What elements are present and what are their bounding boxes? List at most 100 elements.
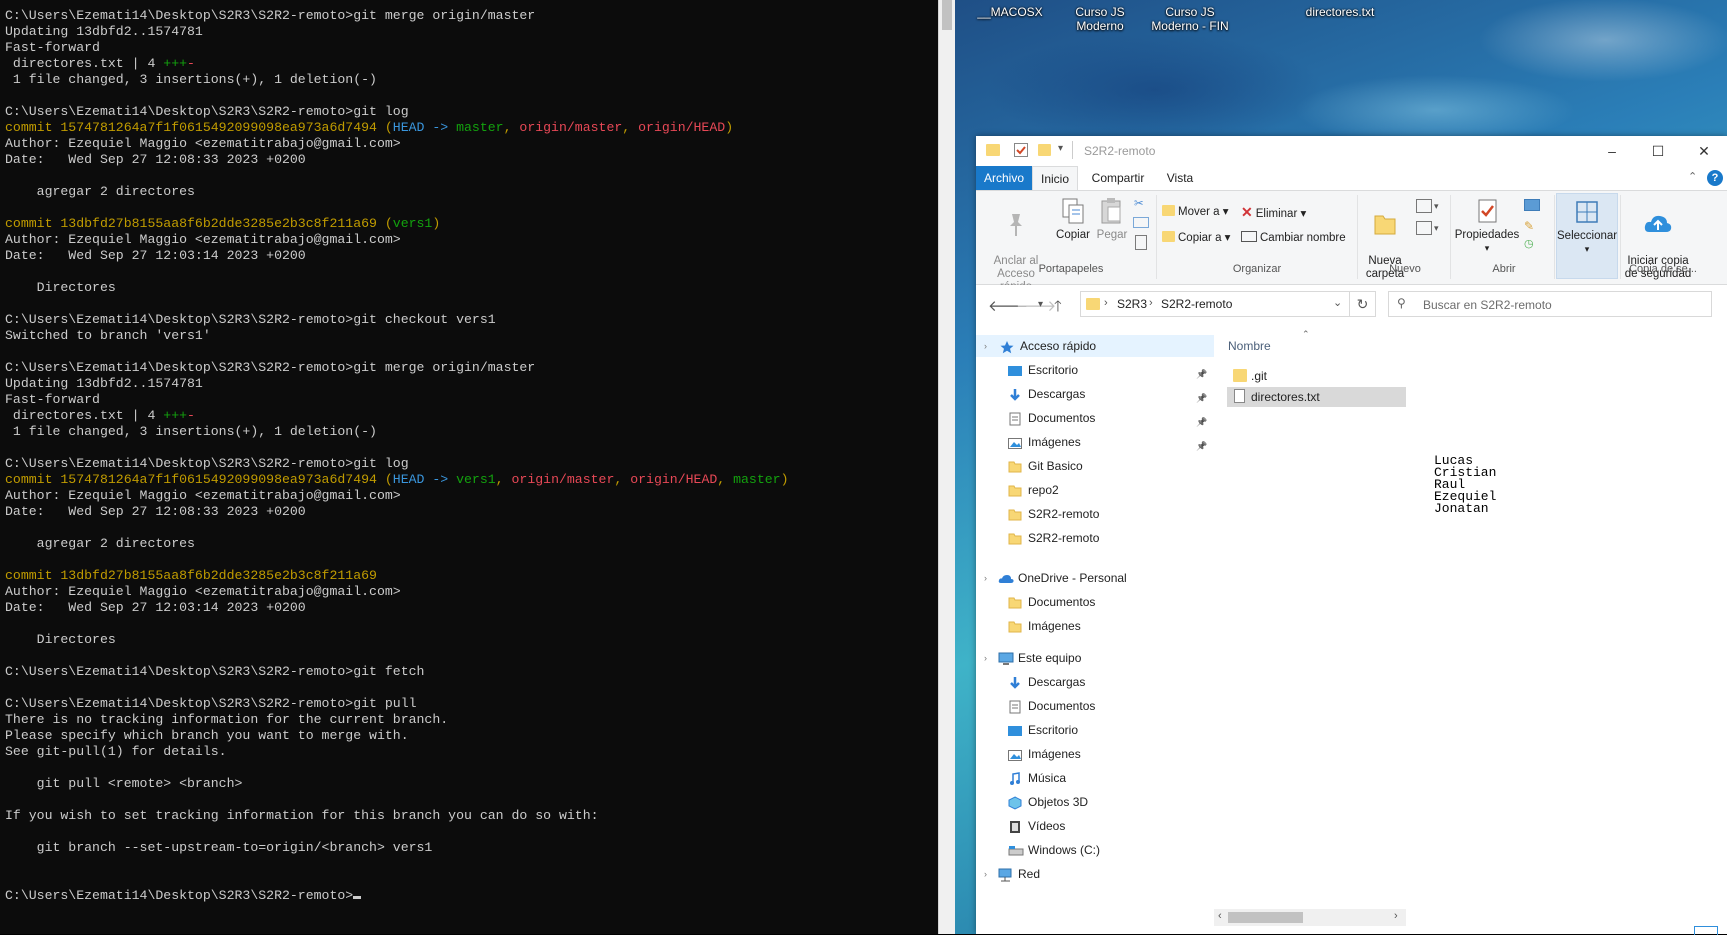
pinned-icon: 📌 — [1196, 417, 1208, 427]
edit-icon[interactable]: ✎ — [1524, 219, 1534, 233]
forward-button[interactable]: 🡒 — [1016, 296, 1056, 315]
expand-chevron-icon[interactable]: › — [984, 567, 987, 589]
title-divider — [1072, 141, 1073, 159]
nav-pc-item[interactable]: Imágenes — [976, 743, 1214, 765]
new-folder-qat-icon[interactable] — [1038, 144, 1051, 156]
nav-this-pc[interactable]: › Este equipo — [976, 647, 1214, 669]
address-dropdown-icon[interactable]: ⌄ — [1333, 296, 1342, 309]
move-to-button[interactable]: Mover a ▾ — [1162, 205, 1229, 219]
preview-line: Jonatan — [1434, 501, 1489, 516]
history-icon[interactable]: ◷ — [1524, 237, 1534, 251]
file-row-git[interactable]: .git — [1227, 366, 1417, 386]
tab-vista[interactable]: Vista — [1156, 166, 1204, 190]
terminal-segment: origin/HEAD — [630, 472, 718, 487]
copy-to-button[interactable]: Copiar a ▾ — [1162, 231, 1230, 245]
new-item-dropdown-icon[interactable]: ▾ — [1434, 199, 1439, 213]
delete-button[interactable]: ✕ Eliminar ▾ — [1241, 205, 1306, 221]
nav-item-git-basico[interactable]: Git Basico — [976, 455, 1214, 477]
file-row-directores[interactable]: directores.txt — [1227, 387, 1417, 407]
nav-pc-item[interactable]: Escritorio — [976, 719, 1214, 741]
terminal-segment: origin/master — [511, 472, 615, 487]
tab-compartir[interactable]: Compartir — [1082, 166, 1154, 190]
cut-icon[interactable]: ✂ — [1134, 197, 1144, 211]
nav-pc-item[interactable]: Windows (C:) — [976, 839, 1214, 861]
properties-button[interactable]: Propiedades ▾ — [1454, 197, 1520, 255]
pinned-icon: 📌 — [1196, 393, 1208, 403]
new-item-icon[interactable] — [1416, 199, 1432, 213]
open-icon[interactable] — [1524, 199, 1540, 211]
desktop-icon-curso-js[interactable]: Curso JS Moderno — [1055, 5, 1145, 33]
group-open: Abrir — [1492, 263, 1516, 275]
easy-access-dropdown-icon[interactable]: ▾ — [1434, 221, 1439, 235]
easy-access-icon[interactable] — [1416, 221, 1432, 235]
up-button[interactable]: 🡑 — [1054, 296, 1062, 321]
nav-item-repo2[interactable]: repo2 — [976, 479, 1214, 501]
nav-pc-item[interactable]: Documentos — [976, 695, 1214, 717]
desktop-icon-macosx[interactable]: __MACOSX — [965, 5, 1055, 19]
scroll-right-icon[interactable]: › — [1394, 910, 1398, 922]
breadcrumb-s2r2-remoto[interactable]: S2R2-remoto — [1161, 297, 1232, 311]
rename-button[interactable]: Cambiar nombre — [1241, 231, 1346, 245]
terminal-line: git branch --set-upstream-to=origin/<bra… — [5, 840, 789, 856]
nav-pc-item[interactable]: Objetos 3D — [976, 791, 1214, 813]
nav-item-s2r2-remoto[interactable]: S2R2-remoto — [976, 527, 1214, 549]
nav-onedrive-item[interactable]: Documentos — [976, 591, 1214, 613]
title-bar[interactable]: ▾ S2R2-remoto – ☐ ✕ — [976, 136, 1727, 166]
address-field[interactable]: › S2R3 › S2R2-remoto ⌄ — [1080, 291, 1350, 317]
expand-chevron-icon[interactable]: › — [984, 647, 987, 669]
nav-pc-item[interactable]: Descargas — [976, 671, 1214, 693]
search-field[interactable]: ⚲ Buscar en S2R2-remoto — [1388, 291, 1712, 317]
maximize-button[interactable]: ☐ — [1635, 136, 1681, 166]
qat-dropdown-icon[interactable]: ▾ — [1058, 143, 1063, 154]
expand-chevron-icon[interactable]: › — [984, 335, 987, 357]
terminal-segment: Date: Wed Sep 27 12:03:14 2023 +0200 — [5, 600, 306, 615]
column-header-name[interactable]: Nombre — [1228, 339, 1271, 353]
expand-chevron-icon[interactable]: › — [984, 863, 987, 885]
nav-item-documentos[interactable]: Documentos 📌 — [976, 407, 1214, 429]
breadcrumb-s2r3[interactable]: S2R3 — [1117, 297, 1147, 311]
select-button[interactable]: Seleccionar ▾ — [1556, 193, 1618, 279]
nav-onedrive-item[interactable]: Imágenes — [976, 615, 1214, 637]
nav-onedrive[interactable]: › OneDrive - Personal — [976, 567, 1214, 589]
select-dropdown-icon: ▾ — [1584, 244, 1590, 254]
paste-button[interactable]: Pegar — [1094, 197, 1130, 242]
terminal-window[interactable]: C:\Users\Ezemati14\Desktop\S2R3\S2R2-rem… — [0, 0, 938, 934]
tab-inicio[interactable]: Inicio — [1032, 166, 1078, 190]
tab-archivo[interactable]: Archivo — [976, 166, 1032, 190]
properties-label: Propiedades — [1454, 229, 1520, 241]
horizontal-scrollbar[interactable]: ‹ › — [1214, 909, 1406, 926]
copy-button[interactable]: Copiar — [1054, 197, 1092, 242]
close-button[interactable]: ✕ — [1681, 136, 1727, 166]
nav-item-s2r2-remoto[interactable]: S2R2-remoto — [976, 503, 1214, 525]
recent-locations-icon[interactable]: ▾ — [1038, 299, 1043, 310]
terminal-segment: git branch --set-upstream-to=origin/<bra… — [5, 840, 433, 855]
sort-ascending-icon: ⌃ — [1302, 329, 1310, 339]
nav-item-descargas[interactable]: Descargas 📌 — [976, 383, 1214, 405]
nav-network[interactable]: › Red — [976, 863, 1214, 885]
terminal-line: Author: Ezequiel Maggio <ezematitrabajo@… — [5, 488, 789, 504]
paste-shortcut-icon[interactable] — [1135, 235, 1147, 250]
nav-pc-item[interactable]: Vídeos — [976, 815, 1214, 837]
minimize-button[interactable]: – — [1589, 136, 1635, 166]
collapse-ribbon-icon[interactable]: ⌃ — [1688, 170, 1697, 183]
scroll-left-icon[interactable]: ‹ — [1218, 910, 1222, 922]
file-list: ⌃ Nombre .git directores.txt — [1214, 325, 1417, 934]
scrollbar-thumb[interactable] — [1228, 912, 1303, 923]
navigation-pane: › Acceso rápido Escritorio 📌 Descargas 📌 Docum… — [976, 325, 1214, 934]
scrollbar-thumb[interactable] — [942, 0, 952, 30]
pin-quick-access-button[interactable]: Anclar al Acceso rápido — [980, 197, 1052, 294]
desktop-icon-directores[interactable]: directores.txt — [1295, 5, 1385, 19]
terminal-scrollbar[interactable] — [938, 0, 955, 934]
nav-label: Documentos — [1028, 595, 1096, 609]
desktop-icon-curso-js-fin[interactable]: Curso JS Moderno - FIN — [1145, 5, 1235, 33]
nav-quick-access[interactable]: › Acceso rápido — [976, 335, 1214, 357]
terminal-segment: Author: Ezequiel Maggio <ezematitrabajo@… — [5, 488, 401, 503]
copy-path-icon[interactable] — [1133, 217, 1149, 228]
nav-item-im-genes[interactable]: Imágenes 📌 — [976, 431, 1214, 453]
nav-item-escritorio[interactable]: Escritorio 📌 — [976, 359, 1214, 381]
nav-pc-item[interactable]: Música — [976, 767, 1214, 789]
help-icon[interactable]: ? — [1707, 170, 1723, 186]
refresh-button[interactable]: ↻ — [1350, 291, 1376, 317]
properties-check-icon[interactable] — [1014, 143, 1028, 157]
